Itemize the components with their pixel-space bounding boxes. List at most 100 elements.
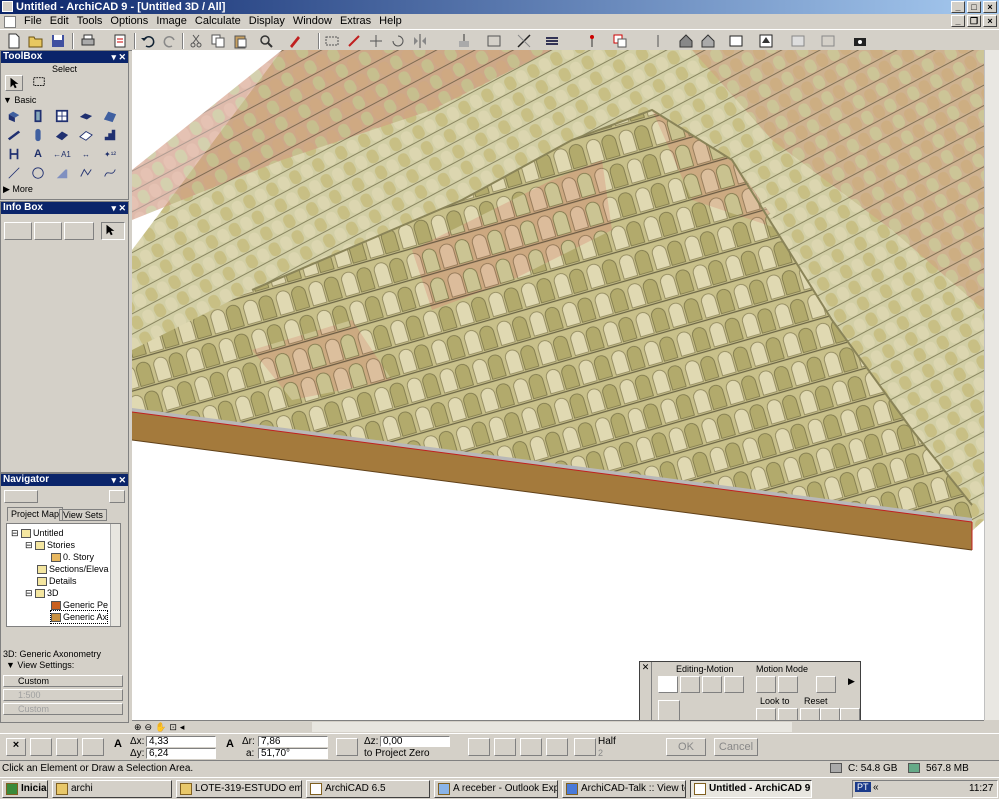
- task-archicad-talk[interactable]: ArchiCAD-Talk :: View to...: [562, 780, 686, 798]
- document-icon[interactable]: [4, 15, 16, 28]
- explore-icon[interactable]: [658, 676, 678, 693]
- menu-edit[interactable]: Edit: [46, 14, 73, 29]
- doc-close-button[interactable]: ×: [983, 15, 997, 27]
- dimension-tool-icon[interactable]: ↔: [77, 146, 95, 162]
- tree-item-stories[interactable]: ⊟ Stories: [25, 539, 75, 551]
- rotate-view-icon[interactable]: [724, 676, 744, 693]
- menu-window[interactable]: Window: [289, 14, 336, 29]
- zoom-camera-icon[interactable]: [702, 676, 722, 693]
- tree-item-3d[interactable]: ⊟ 3D: [25, 587, 59, 599]
- navigator-settings-button[interactable]: [109, 490, 125, 503]
- circle-tool-icon[interactable]: [29, 165, 47, 181]
- slab-tool-icon[interactable]: [77, 108, 95, 124]
- task-archi[interactable]: archi: [52, 780, 172, 798]
- door-tool-icon[interactable]: [29, 108, 47, 124]
- previous-zoom-icon[interactable]: ◂: [180, 722, 185, 733]
- spline-tool-icon[interactable]: [101, 165, 119, 181]
- doc-restore-button[interactable]: ❐: [967, 15, 981, 27]
- task-archicad-65[interactable]: ArchiCAD 6.5: [306, 780, 430, 798]
- snap-guide-icon[interactable]: [546, 738, 568, 756]
- ok-button[interactable]: OK: [666, 738, 706, 756]
- camera-icon[interactable]: [852, 33, 868, 49]
- infobox-close-icon[interactable]: ▾ ✕: [111, 202, 126, 214]
- close-button[interactable]: ×: [983, 1, 997, 13]
- cut-icon[interactable]: [188, 33, 204, 49]
- tree-item-sections[interactable]: Sections/Eleva: [37, 563, 109, 575]
- gravity-icon[interactable]: [56, 738, 78, 756]
- zoom-out-icon[interactable]: ⊖: [145, 722, 153, 733]
- dx-field[interactable]: 4,33: [146, 736, 216, 747]
- navigator-close-icon[interactable]: ▾ ✕: [111, 474, 126, 486]
- hscroll-track[interactable]: [312, 722, 792, 732]
- toolbox-close-icon[interactable]: ▾ ✕: [111, 51, 126, 63]
- confirm-check-icon[interactable]: [468, 738, 490, 756]
- section-marker-icon[interactable]: [584, 33, 600, 49]
- intersect-icon[interactable]: [516, 33, 532, 49]
- label-tool-icon[interactable]: ←A1: [53, 146, 71, 162]
- view-dimension-combo[interactable]: Custom: [3, 703, 123, 715]
- undo-icon[interactable]: [140, 33, 156, 49]
- tree-item-untitled[interactable]: ⊟ Untitled: [11, 527, 64, 539]
- open-icon[interactable]: [28, 33, 44, 49]
- dr-field[interactable]: 7,86: [258, 736, 328, 747]
- view-settings-header[interactable]: ▼ View Settings:: [6, 660, 74, 670]
- delete-icon[interactable]: ×: [6, 738, 26, 756]
- find-select-icon[interactable]: [258, 33, 274, 49]
- dy-field[interactable]: 6,24: [146, 748, 216, 759]
- tray-expand-icon[interactable]: «: [873, 782, 879, 793]
- paste-icon[interactable]: [232, 33, 248, 49]
- doc-minimize-button[interactable]: _: [951, 15, 965, 27]
- text-tool-icon[interactable]: A: [29, 146, 47, 162]
- polyline-tool-icon[interactable]: [77, 165, 95, 181]
- menu-options[interactable]: Options: [106, 14, 152, 29]
- selection-method-button[interactable]: [4, 222, 32, 240]
- arrow-tool-icon[interactable]: [5, 75, 23, 91]
- object-tool-icon[interactable]: [77, 127, 95, 143]
- special-snap-icon[interactable]: [494, 738, 516, 756]
- rotate-icon[interactable]: [390, 33, 406, 49]
- pointer-method-button[interactable]: [64, 222, 94, 240]
- menu-image[interactable]: Image: [152, 14, 191, 29]
- new-icon[interactable]: [6, 33, 22, 49]
- language-indicator[interactable]: PT: [855, 782, 871, 792]
- menu-calculate[interactable]: Calculate: [191, 14, 245, 29]
- zoom-in-icon[interactable]: ⊕: [134, 722, 142, 733]
- menu-file[interactable]: File: [20, 14, 46, 29]
- angle-field[interactable]: 51,70°: [258, 748, 328, 759]
- suspend-group-icon[interactable]: [346, 33, 362, 49]
- save-icon[interactable]: [50, 33, 66, 49]
- elevate-icon[interactable]: [456, 33, 472, 49]
- menu-display[interactable]: Display: [245, 14, 289, 29]
- start-button[interactable]: Iniciar: [2, 780, 48, 798]
- task-outlook[interactable]: A receber - Outlook Expr...: [434, 780, 558, 798]
- special-snap-points-icon[interactable]: [520, 738, 542, 756]
- task-archicad-9[interactable]: Untitled - ArchiCAD 9 ...: [690, 780, 812, 798]
- trim-icon[interactable]: [486, 33, 502, 49]
- fill-tool-icon[interactable]: [53, 165, 71, 181]
- pen-color-icon[interactable]: [286, 33, 302, 49]
- mesh-tool-icon[interactable]: [53, 127, 71, 143]
- tab-project-map[interactable]: Project Map: [7, 507, 64, 521]
- camera-settings-icon[interactable]: [816, 676, 836, 693]
- mirror-icon[interactable]: [412, 33, 428, 49]
- geometry-method-button[interactable]: [34, 222, 62, 240]
- hidden-line-icon[interactable]: [758, 33, 774, 49]
- vertical-scrollbar[interactable]: [984, 50, 999, 720]
- lock-icon[interactable]: [650, 33, 666, 49]
- view-scale-field[interactable]: 1:500: [3, 689, 123, 701]
- layers-icon[interactable]: [544, 33, 560, 49]
- marquee-tool-icon[interactable]: [31, 75, 49, 91]
- motion-mode-fly-icon[interactable]: [778, 676, 798, 693]
- walk-icon[interactable]: [680, 676, 700, 693]
- origin-icon[interactable]: [82, 738, 104, 756]
- cancel-button[interactable]: Cancel: [714, 738, 758, 756]
- redo-icon[interactable]: [162, 33, 178, 49]
- tab-view-sets[interactable]: View Sets: [59, 509, 107, 521]
- print-icon[interactable]: [80, 33, 96, 49]
- basic-section-header[interactable]: ▼ Basic: [3, 95, 36, 105]
- fit-in-window-icon[interactable]: ⊡: [169, 722, 177, 733]
- floor-plan-icon[interactable]: [700, 33, 716, 49]
- tree-item-details[interactable]: Details: [37, 575, 77, 587]
- 3d-window-canvas[interactable]: [132, 50, 984, 720]
- window-tool-icon[interactable]: [53, 108, 71, 124]
